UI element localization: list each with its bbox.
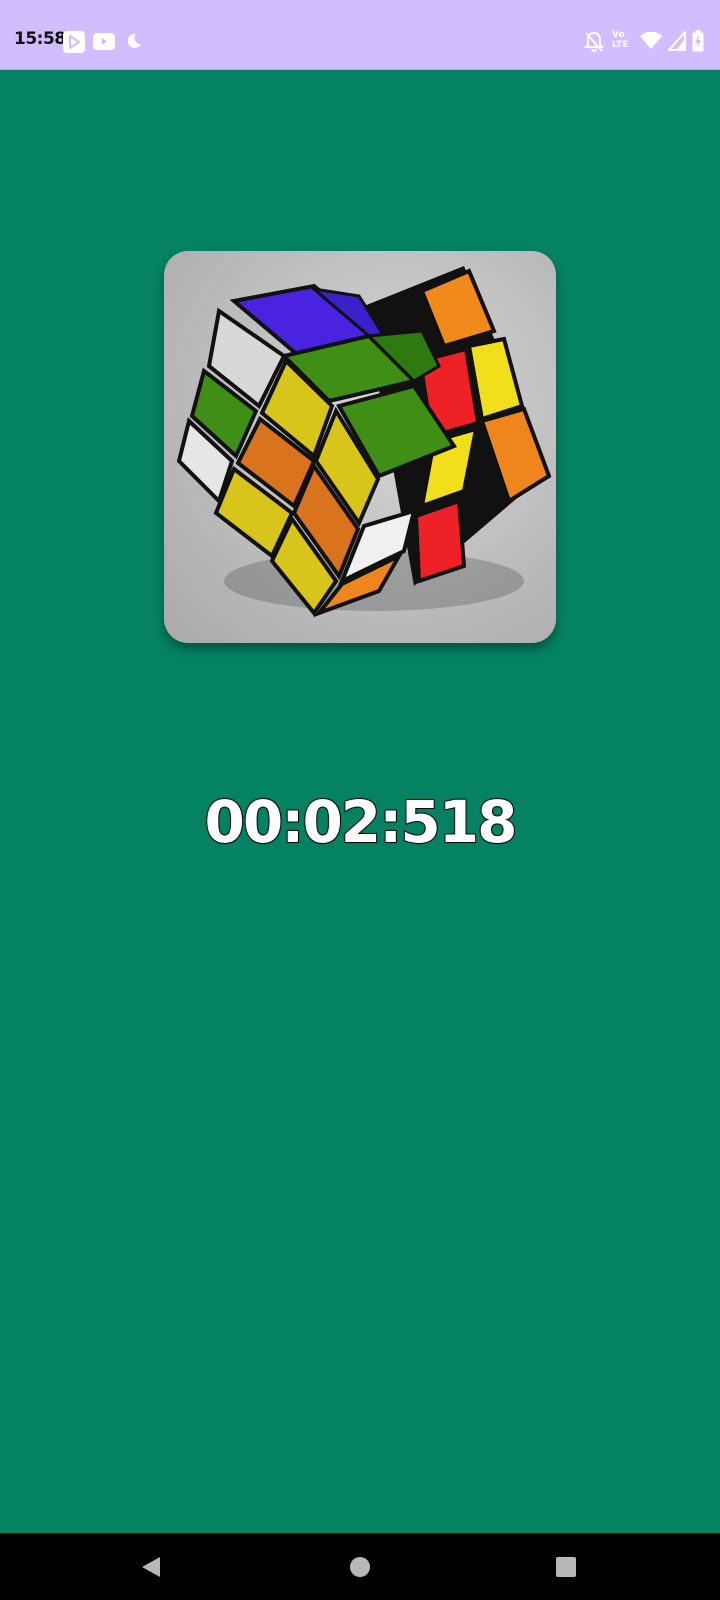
recents-icon (556, 1556, 576, 1577)
status-bar: 15:58 Vo LTE (0, 0, 720, 70)
stopwatch-timer[interactable]: 00:02:518 (0, 787, 720, 857)
main-content: 00:02:518 (0, 70, 720, 1533)
back-icon (142, 1556, 160, 1577)
navigation-bar (0, 1533, 720, 1600)
notifications-off-icon (584, 31, 604, 52)
recents-button[interactable] (526, 1533, 606, 1600)
volte-label: Vo (612, 30, 625, 40)
youtube-icon (93, 33, 115, 50)
battery-icon (692, 30, 704, 52)
home-icon (350, 1556, 370, 1577)
status-time: 15:58 (14, 29, 66, 49)
home-button[interactable] (320, 1533, 400, 1600)
rubiks-cube-graphic (176, 266, 552, 618)
rubiks-cube-image[interactable] (164, 251, 556, 643)
volte-lte-icon: Vo LTE (612, 30, 636, 52)
back-button[interactable] (111, 1533, 191, 1600)
play-store-icon (63, 31, 85, 53)
moon-icon (127, 33, 141, 48)
lte-label: LTE (612, 40, 629, 50)
signal-icon (668, 31, 686, 51)
wifi-icon (640, 32, 662, 49)
